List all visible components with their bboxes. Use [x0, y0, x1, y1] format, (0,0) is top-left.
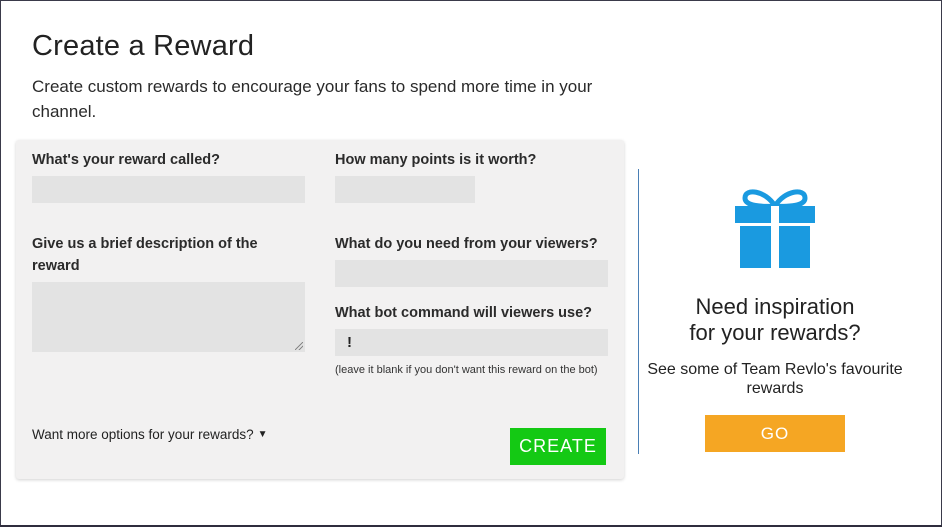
chevron-down-icon: ▼ [257, 429, 268, 440]
points-label: How many points is it worth? [335, 152, 537, 168]
page-subtitle: Create custom rewards to encourage your … [32, 77, 593, 121]
inspiration-title-line1: Need inspiration [695, 294, 855, 319]
window-frame-top [0, 0, 942, 1]
inspiration-text: See some of Team Revlo's favourite rewar… [647, 361, 903, 397]
inspiration-title-line2: for your rewards? [689, 320, 861, 345]
reward-name-input[interactable] [32, 176, 305, 203]
description-label: Give us a brief description of the rewar… [32, 236, 258, 274]
create-button[interactable]: CREATE [510, 428, 606, 465]
inspiration-title: Need inspiration for your rewards? [650, 294, 900, 346]
more-options-toggle[interactable]: Want more options for your rewards? ▼ [32, 427, 268, 442]
bot-command-hint: (leave it blank if you don't want this r… [335, 364, 598, 376]
window-frame-left [0, 0, 1, 527]
page-title: Create a Reward [32, 30, 255, 62]
go-button[interactable]: GO [705, 415, 845, 452]
viewer-input-label: What do you need from your viewers? [335, 236, 598, 252]
reward-form: What's your reward called? How many poin… [16, 140, 624, 479]
bot-command-prefix: ! [347, 334, 352, 351]
reward-name-label: What's your reward called? [32, 152, 220, 168]
description-textarea[interactable] [32, 282, 305, 352]
section-divider [638, 169, 639, 454]
bot-command-label: What bot command will viewers use? [335, 305, 593, 321]
bot-command-input[interactable] [335, 329, 608, 356]
viewer-input-field[interactable] [335, 260, 608, 287]
points-input[interactable] [335, 176, 475, 203]
gift-icon [735, 189, 815, 268]
resize-grip-icon[interactable] [295, 342, 303, 350]
more-options-label: Want more options for your rewards? [32, 427, 254, 442]
